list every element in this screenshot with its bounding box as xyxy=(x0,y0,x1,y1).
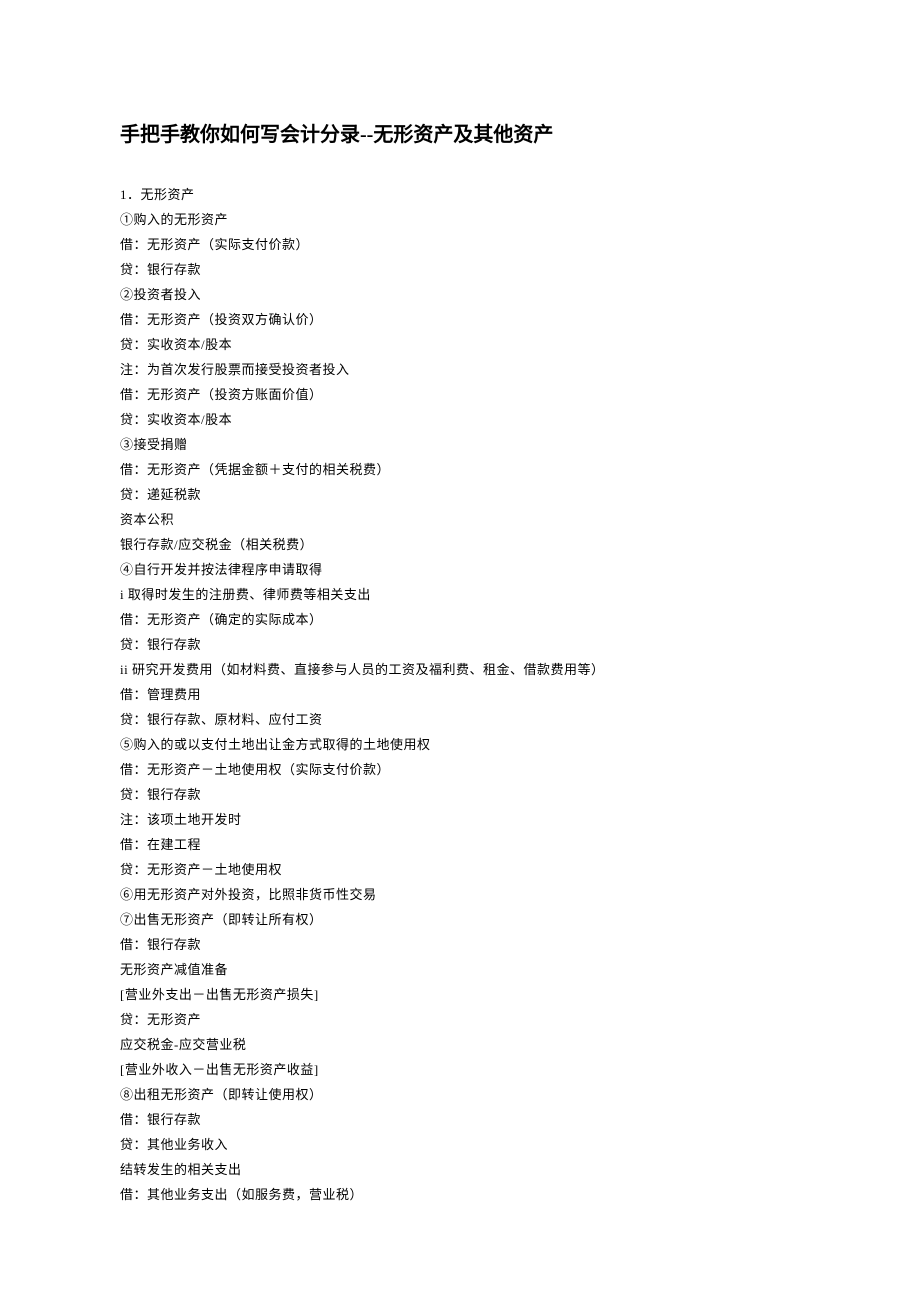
line: i 取得时发生的注册费、律师费等相关支出 xyxy=(120,582,800,607)
line: 借：无形资产－土地使用权（实际支付价款） xyxy=(120,757,800,782)
line: 借：银行存款 xyxy=(120,932,800,957)
document-body: 1．无形资产 ①购入的无形资产 借：无形资产（实际支付价款） 贷：银行存款 ②投… xyxy=(120,182,800,1207)
line: 贷：无形资产－土地使用权 xyxy=(120,857,800,882)
line: 借：其他业务支出（如服务费，营业税） xyxy=(120,1182,800,1207)
line: [营业外收入－出售无形资产收益] xyxy=(120,1057,800,1082)
line: ④自行开发并按法律程序申请取得 xyxy=(120,557,800,582)
line: 贷：银行存款 xyxy=(120,632,800,657)
line: 借：无形资产（投资双方确认价） xyxy=(120,307,800,332)
document-title: 手把手教你如何写会计分录--无形资产及其他资产 xyxy=(120,120,800,150)
line: [营业外支出－出售无形资产损失] xyxy=(120,982,800,1007)
line: ②投资者投入 xyxy=(120,282,800,307)
line: ①购入的无形资产 xyxy=(120,207,800,232)
line: ⑥用无形资产对外投资，比照非货币性交易 xyxy=(120,882,800,907)
line: 注：该项土地开发时 xyxy=(120,807,800,832)
line: 借：无形资产（实际支付价款） xyxy=(120,232,800,257)
line: 贷：银行存款 xyxy=(120,257,800,282)
line: ii 研究开发费用（如材料费、直接参与人员的工资及福利费、租金、借款费用等） xyxy=(120,657,800,682)
line: 注：为首次发行股票而接受投资者投入 xyxy=(120,357,800,382)
line: 借：银行存款 xyxy=(120,1107,800,1132)
line: 结转发生的相关支出 xyxy=(120,1157,800,1182)
line: ③接受捐赠 xyxy=(120,432,800,457)
line: 借：无形资产（投资方账面价值） xyxy=(120,382,800,407)
line: ⑦出售无形资产（即转让所有权） xyxy=(120,907,800,932)
line: 应交税金-应交营业税 xyxy=(120,1032,800,1057)
line: 贷：递延税款 xyxy=(120,482,800,507)
line: 贷：银行存款 xyxy=(120,782,800,807)
line: 贷：实收资本/股本 xyxy=(120,407,800,432)
line: 借：无形资产（凭据金额＋支付的相关税费） xyxy=(120,457,800,482)
line: ⑧出租无形资产（即转让使用权） xyxy=(120,1082,800,1107)
line: 贷：无形资产 xyxy=(120,1007,800,1032)
line: 借：管理费用 xyxy=(120,682,800,707)
line: 贷：其他业务收入 xyxy=(120,1132,800,1157)
line: 1．无形资产 xyxy=(120,182,800,207)
line: ⑤购入的或以支付土地出让金方式取得的土地使用权 xyxy=(120,732,800,757)
line: 借：无形资产（确定的实际成本） xyxy=(120,607,800,632)
line: 贷：银行存款、原材料、应付工资 xyxy=(120,707,800,732)
line: 银行存款/应交税金（相关税费） xyxy=(120,532,800,557)
line: 借：在建工程 xyxy=(120,832,800,857)
line: 资本公积 xyxy=(120,507,800,532)
line: 无形资产减值准备 xyxy=(120,957,800,982)
line: 贷：实收资本/股本 xyxy=(120,332,800,357)
